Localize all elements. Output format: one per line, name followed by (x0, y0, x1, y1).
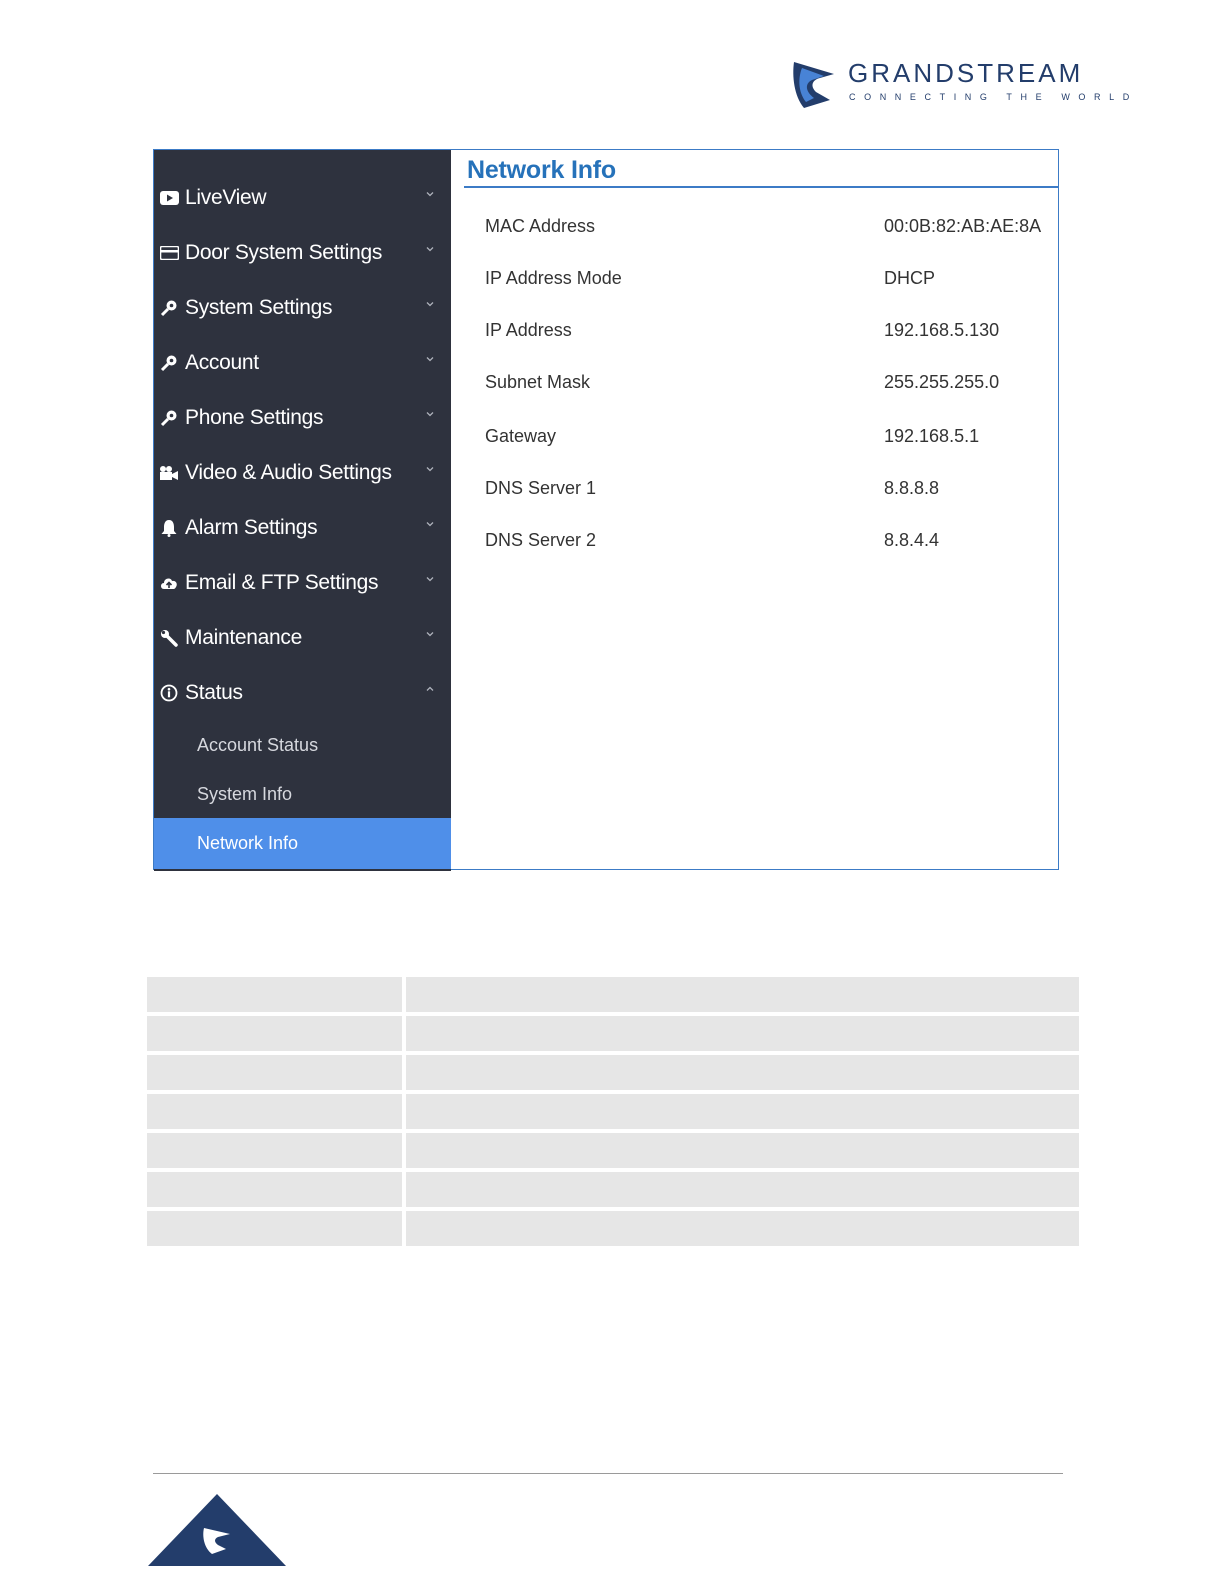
info-icon (159, 683, 179, 703)
info-value: 192.168.5.1 (884, 426, 980, 446)
table-cell (406, 977, 1079, 1012)
sidebar-item-label: Video & Audio Settings (185, 460, 392, 484)
sidebar-subitem-account-status[interactable]: Account Status (154, 721, 451, 769)
info-row: DNS Server 2 8.8.4.4 (485, 530, 1058, 560)
sidebar-item-label: Maintenance (185, 625, 302, 649)
title-divider (464, 186, 1058, 188)
table-cell (406, 1211, 1079, 1246)
sidebar-subitem-label: System Info (197, 783, 293, 804)
info-label: DNS Server 2 (485, 530, 597, 550)
info-row: MAC Address 00:0B:82:AB:AE:8A (485, 216, 1058, 246)
sidebar-item-maintenance[interactable]: Maintenance (154, 610, 451, 665)
chevron-down-icon (426, 577, 434, 582)
info-label: DNS Server 1 (485, 478, 597, 498)
sidebar-item-label: System Settings (185, 295, 333, 319)
key-icon (159, 353, 179, 373)
table-row (147, 1094, 1079, 1129)
web-ui-screenshot: LiveView Door System Settings System Set… (153, 149, 1059, 871)
camera-icon (159, 463, 179, 483)
table-cell (147, 1211, 402, 1246)
sidebar-item-label: LiveView (185, 185, 267, 209)
cloud-upload-icon (159, 573, 179, 593)
sidebar-item-label: Door System Settings (185, 240, 383, 264)
chevron-down-icon (426, 522, 434, 527)
key-icon (159, 298, 179, 318)
brand-logo: GRANDSTREAM CONNECTING THE WORLD (790, 56, 1129, 112)
info-value: 255.255.255.0 (884, 372, 1000, 392)
table-cell (147, 1055, 402, 1090)
sidebar: LiveView Door System Settings System Set… (154, 150, 451, 871)
chevron-down-icon (426, 632, 434, 637)
sidebar-subitem-label: Account Status (197, 734, 319, 755)
table-row (147, 1133, 1079, 1168)
chevron-down-icon (426, 357, 434, 362)
sidebar-item-label: Status (185, 680, 243, 704)
sidebar-item-label: Account (185, 350, 259, 374)
table-cell (147, 1133, 402, 1168)
table-cell (406, 1172, 1079, 1207)
sidebar-item-video-audio-settings[interactable]: Video & Audio Settings (154, 445, 451, 500)
brand-name: GRANDSTREAM (848, 58, 1084, 88)
key-icon (159, 408, 179, 428)
info-label: MAC Address (485, 216, 596, 236)
info-value: 00:0B:82:AB:AE:8A (884, 216, 1042, 236)
table-cell (406, 1133, 1079, 1168)
table-cell (147, 1016, 402, 1051)
info-label: Gateway (485, 426, 557, 446)
card-icon (159, 243, 179, 263)
info-row: DNS Server 1 8.8.8.8 (485, 478, 1058, 508)
sidebar-item-alarm-settings[interactable]: Alarm Settings (154, 500, 451, 555)
sidebar-item-liveview[interactable]: LiveView (154, 170, 451, 225)
play-icon (159, 188, 179, 208)
chevron-up-icon (426, 686, 434, 691)
sidebar-item-phone-settings[interactable]: Phone Settings (154, 390, 451, 445)
info-value: 192.168.5.130 (884, 320, 1000, 340)
footer-divider (153, 1473, 1063, 1474)
table-cell (147, 977, 402, 1012)
table-cell (406, 1055, 1079, 1090)
brand-tagline: CONNECTING THE WORLD (849, 92, 1138, 102)
sidebar-item-door-system-settings[interactable]: Door System Settings (154, 225, 451, 280)
table-row (147, 977, 1079, 1012)
info-label: IP Address Mode (485, 268, 622, 288)
sidebar-item-label: Alarm Settings (185, 515, 318, 539)
info-value: DHCP (884, 268, 936, 288)
chevron-down-icon (426, 412, 434, 417)
footer-logo-icon (148, 1494, 286, 1566)
chevron-down-icon (426, 192, 434, 197)
info-label: IP Address (485, 320, 572, 340)
page-title: Network Info (467, 156, 616, 184)
sidebar-item-system-settings[interactable]: System Settings (154, 280, 451, 335)
table-row (147, 1055, 1079, 1090)
bell-icon (159, 518, 179, 538)
sidebar-item-label: Phone Settings (185, 405, 324, 429)
content-panel: Network Info MAC Address 00:0B:82:AB:AE:… (452, 150, 1058, 869)
sidebar-item-account[interactable]: Account (154, 335, 451, 390)
sidebar-item-label: Email & FTP Settings (185, 570, 379, 594)
info-value: 8.8.8.8 (884, 478, 940, 498)
wrench-icon (159, 628, 179, 648)
info-row: IP Address 192.168.5.130 (485, 320, 1058, 350)
info-label: Subnet Mask (485, 372, 591, 392)
chevron-down-icon (426, 247, 434, 252)
sidebar-subitem-network-info[interactable]: Network Info (154, 818, 451, 869)
info-row: IP Address Mode DHCP (485, 268, 1058, 298)
grandstream-logo-icon (793, 62, 834, 108)
chevron-down-icon (426, 302, 434, 307)
table-cell (147, 1172, 402, 1207)
table-cell (147, 1094, 402, 1129)
table-row (147, 1211, 1079, 1246)
sidebar-subitem-label: Network Info (197, 833, 299, 853)
info-value: 8.8.4.4 (884, 530, 940, 550)
info-row: Gateway 192.168.5.1 (485, 426, 1058, 456)
table-row (147, 1172, 1079, 1207)
sidebar-item-status[interactable]: Status (154, 665, 451, 720)
chevron-down-icon (426, 467, 434, 472)
info-row: Subnet Mask 255.255.255.0 (485, 372, 1058, 402)
sidebar-item-email-ftp-settings[interactable]: Email & FTP Settings (154, 555, 451, 610)
table-row (147, 1016, 1079, 1051)
sidebar-subitem-system-info[interactable]: System Info (154, 770, 451, 818)
table-cell (406, 1016, 1079, 1051)
table-cell (406, 1094, 1079, 1129)
